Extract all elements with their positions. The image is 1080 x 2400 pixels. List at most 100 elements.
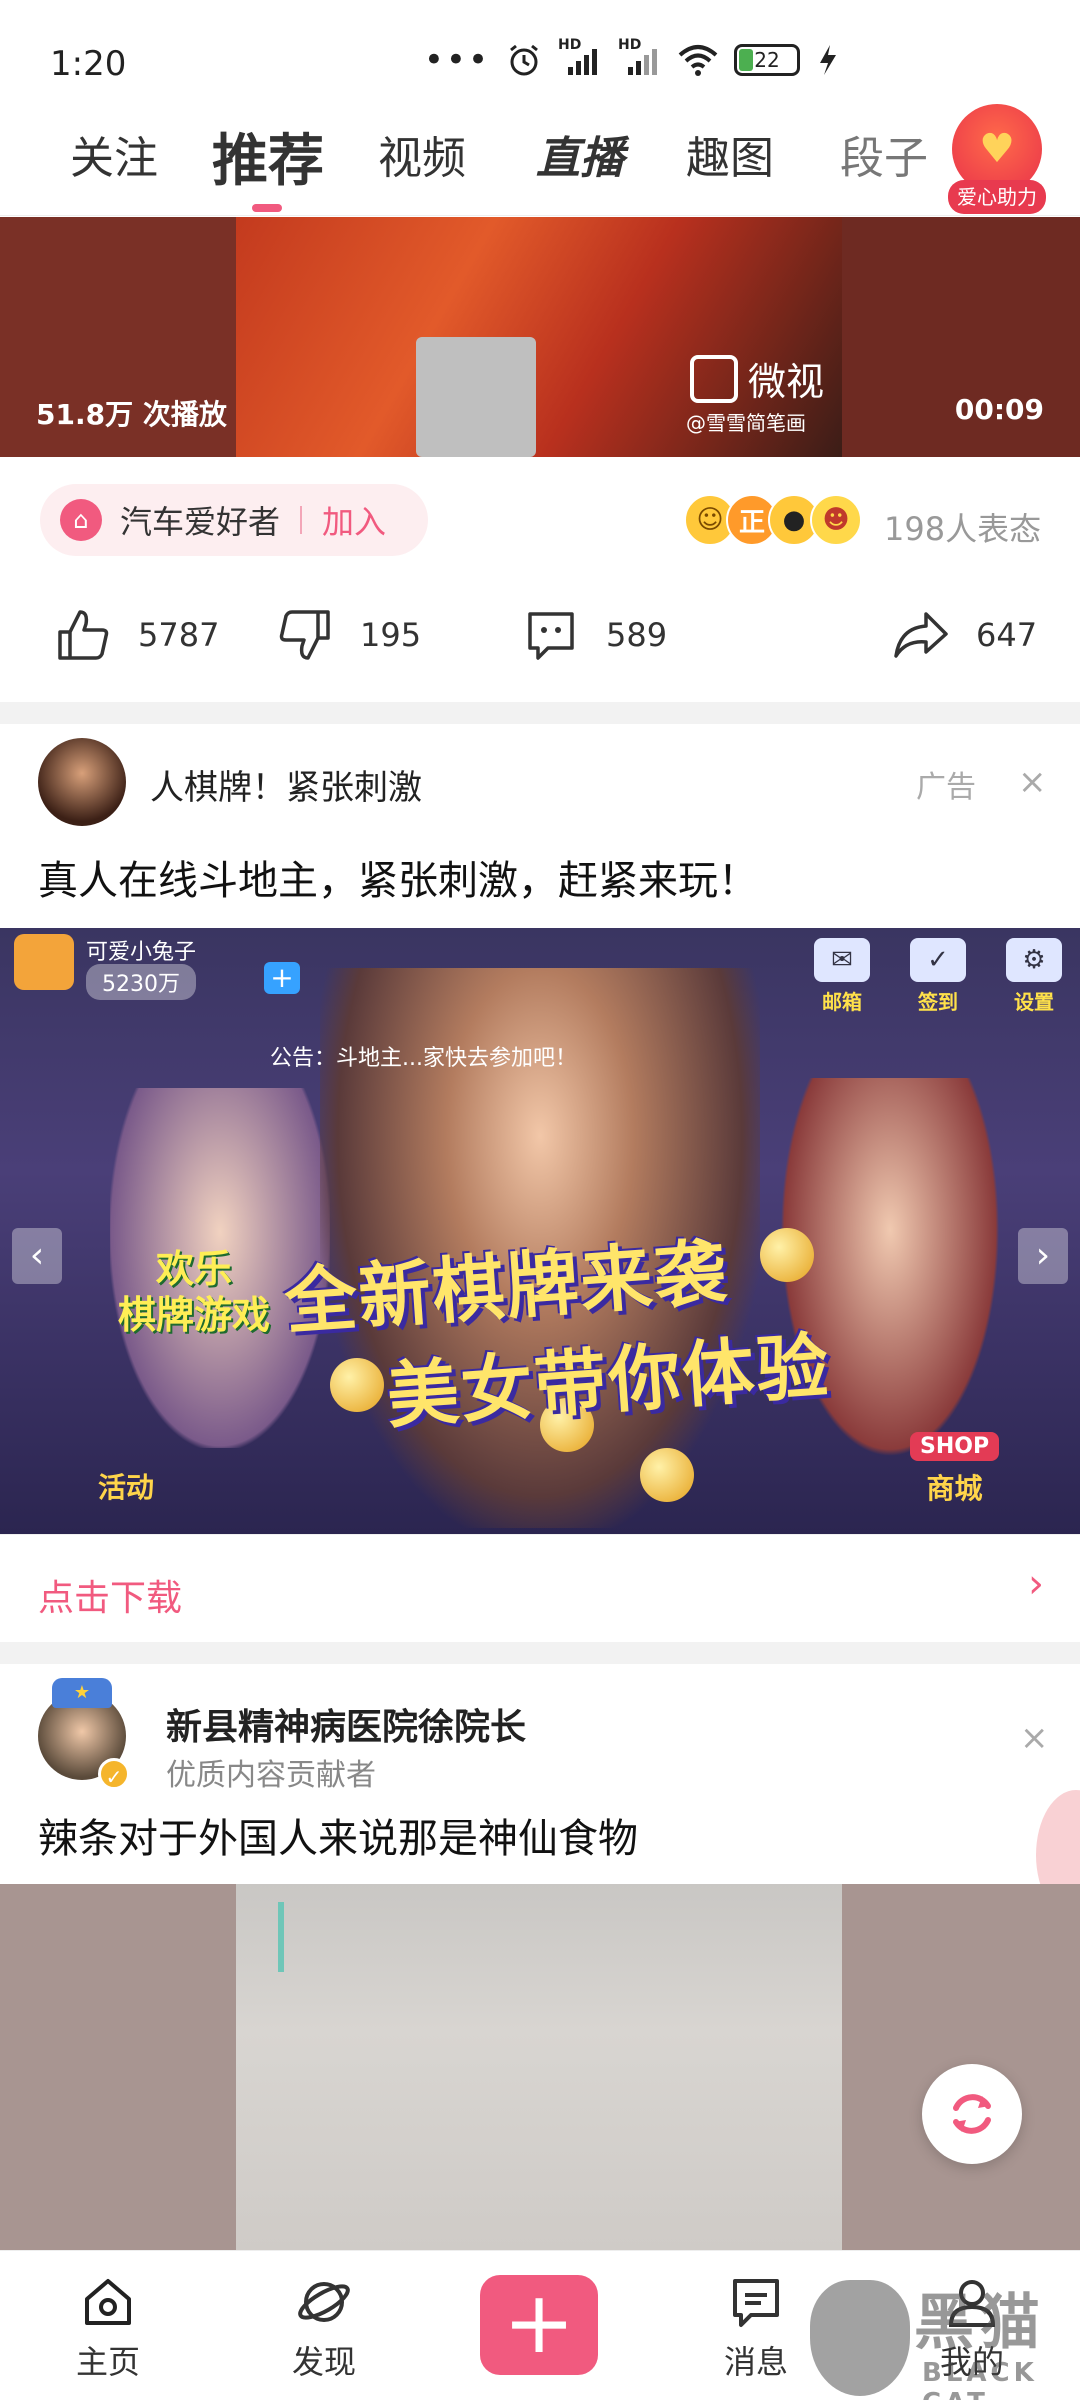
share-arrow-icon — [894, 612, 948, 658]
share-button[interactable]: 647 — [892, 606, 1037, 664]
banner-settings: ⚙ 设置 — [998, 938, 1070, 1015]
post-meta-row: ⌂ 汽车爱好者 加入 ☺ 正 ● ☻ 198人表态 — [0, 458, 1080, 568]
status-bar: 1:20 ••• HD HD 22 — [0, 0, 1080, 100]
tab-follow[interactable]: 关注 — [70, 122, 158, 186]
gold-coin-icon — [330, 1358, 384, 1412]
section-divider — [0, 702, 1080, 724]
gold-coin-icon — [640, 1448, 694, 1502]
post-title[interactable]: 辣条对于外国人来说那是神仙食物 — [38, 1806, 638, 1864]
active-tab-indicator — [252, 204, 282, 212]
banner-left-game-line2: 棋牌游戏 — [118, 1293, 271, 1337]
ad-account-name[interactable]: 人棋牌！紧张刺激 — [150, 760, 422, 809]
more-dots-icon: ••• — [423, 40, 490, 80]
join-group-button[interactable]: 加入 — [322, 497, 386, 543]
dislike-count: 195 — [360, 616, 422, 654]
tab-funny-pics[interactable]: 趣图 — [686, 122, 774, 186]
nav-home[interactable]: 主页 — [48, 2273, 168, 2383]
love-help-label: 爱心助力 — [948, 180, 1046, 214]
banner-activity: 活动 — [98, 1471, 155, 1504]
gold-coin-icon — [760, 1228, 814, 1282]
play-count: 51.8万 次播放 — [36, 398, 227, 431]
video-frame-light — [278, 1902, 284, 1972]
group-divider — [300, 506, 303, 534]
calendar-check-icon: ✓ — [910, 938, 966, 982]
group-home-icon: ⌂ — [60, 499, 102, 541]
video-thumbnail[interactable]: 51.8万 次播放 微视 @雪雪简笔画 00:09 — [0, 217, 1080, 457]
close-icon[interactable]: × — [1020, 1718, 1049, 1758]
reaction-count: 198人表态 — [884, 510, 1042, 548]
banner-prev-arrow-icon: ‹ — [12, 1228, 62, 1284]
gear-icon: ⚙ — [1006, 938, 1062, 982]
group-pill[interactable]: ⌂ 汽车爱好者 加入 — [40, 484, 428, 556]
comment-button[interactable]: 589 — [522, 606, 667, 664]
watermark-en: BLACK CAT — [922, 2358, 1038, 2400]
message-icon — [733, 2279, 779, 2327]
post2-header: ★ ✓ 新县精神病医院徐院长 优质内容贡献者 × — [0, 1664, 1080, 1794]
author-name[interactable]: 新县精神病医院徐院长 — [166, 1698, 526, 1750]
banner-settings-label: 设置 — [1014, 990, 1054, 1014]
banner-top-icons: ✉ 邮箱 ✓ 签到 ⚙ 设置 — [806, 938, 1070, 1015]
download-button[interactable]: 点击下载 — [38, 1569, 182, 1621]
refresh-icon — [953, 2094, 991, 2134]
tab-video[interactable]: 视频 — [378, 122, 466, 186]
ad-banner-image[interactable]: 可爱小兔子 5230万 + ✉ 邮箱 ✓ 签到 ⚙ 设置 公告：斗地主...家快去参加… — [0, 928, 1080, 1534]
nav-messages[interactable]: 消息 — [696, 2273, 816, 2383]
banner-left-game-line1: 欢乐 — [156, 1247, 233, 1291]
weishi-logo-icon — [690, 354, 738, 403]
tab-live[interactable]: 直播 — [536, 122, 624, 186]
weishi-watermark: 微视 — [690, 351, 824, 406]
thumbs-down-icon — [279, 610, 330, 660]
video-thumbnail[interactable] — [0, 1884, 1080, 2250]
download-row[interactable]: 点击下载 › — [0, 1534, 1080, 1642]
verified-icon: ✓ — [98, 1758, 130, 1790]
nav-discover-label: 发现 — [291, 2343, 356, 2381]
nav-messages-label: 消息 — [723, 2343, 788, 2381]
video-duration: 00:09 — [954, 393, 1044, 426]
home-icon — [85, 2279, 131, 2325]
plus-icon: + — [502, 2273, 576, 2373]
banner-announcement: 公告：斗地主...家快去参加吧！ — [270, 1046, 577, 1071]
create-post-button[interactable]: + — [480, 2275, 598, 2375]
status-time: 1:20 — [50, 44, 127, 84]
banner-shop-label: 商城 — [926, 1472, 983, 1505]
tab-jokes[interactable]: 段子 — [840, 122, 928, 186]
planet-icon — [298, 2282, 350, 2322]
tab-recommend[interactable]: 推荐 — [212, 116, 324, 197]
wifi-icon — [678, 45, 718, 76]
ad-avatar[interactable] — [38, 738, 126, 826]
close-icon[interactable]: × — [1018, 762, 1047, 802]
banner-user-panel: 可爱小兔子 5230万 + — [14, 934, 300, 1000]
like-button[interactable]: 5787 — [54, 606, 219, 664]
banner-mail-label: 邮箱 — [822, 990, 862, 1014]
nav-discover[interactable]: 发现 — [264, 2273, 384, 2383]
cat-head-logo-icon — [810, 2280, 910, 2396]
comment-icon — [528, 612, 574, 660]
mail-icon: ✉ — [814, 938, 870, 982]
video-frame — [236, 1884, 842, 2250]
group-name[interactable]: 汽车爱好者 — [120, 497, 280, 543]
reaction-emojis[interactable]: ☺ 正 ● ☻ — [684, 494, 862, 546]
charging-icon — [820, 45, 836, 75]
grin-emoji-icon: ☻ — [810, 494, 862, 546]
dislike-button[interactable]: 195 — [276, 606, 421, 664]
status-icons: ••• HD HD 22 — [423, 37, 840, 80]
refresh-button[interactable] — [922, 2064, 1022, 2164]
love-help-badge[interactable]: ♥ 爱心助力 — [948, 104, 1046, 214]
weishi-brand: 微视 — [748, 360, 825, 404]
comment-count: 589 — [606, 616, 668, 654]
signal-1-icon: HD — [558, 37, 602, 77]
thumbs-up-icon — [58, 610, 109, 660]
banner-plus-icon: + — [264, 962, 300, 994]
signal-2-icon: HD — [618, 37, 662, 77]
ad-header: 人棋牌！紧张刺激 广告 × — [0, 724, 1080, 836]
black-cat-watermark: 黑猫 BLACK CAT — [810, 2274, 1080, 2400]
ad-title[interactable]: 真人在线斗地主，紧张刺激，赶紧来玩！ — [38, 848, 758, 906]
banner-coins: 5230万 — [86, 964, 196, 1000]
battery-level: 22 — [754, 48, 780, 72]
banner-shop-tag: SHOP — [910, 1432, 1000, 1461]
weishi-author: @雪雪简笔画 — [686, 411, 806, 435]
banner-signin: ✓ 签到 — [902, 938, 974, 1015]
alarm-icon — [510, 44, 538, 76]
author-subtitle: 优质内容贡献者 — [166, 1758, 376, 1793]
signal-1-label: HD — [558, 37, 582, 53]
